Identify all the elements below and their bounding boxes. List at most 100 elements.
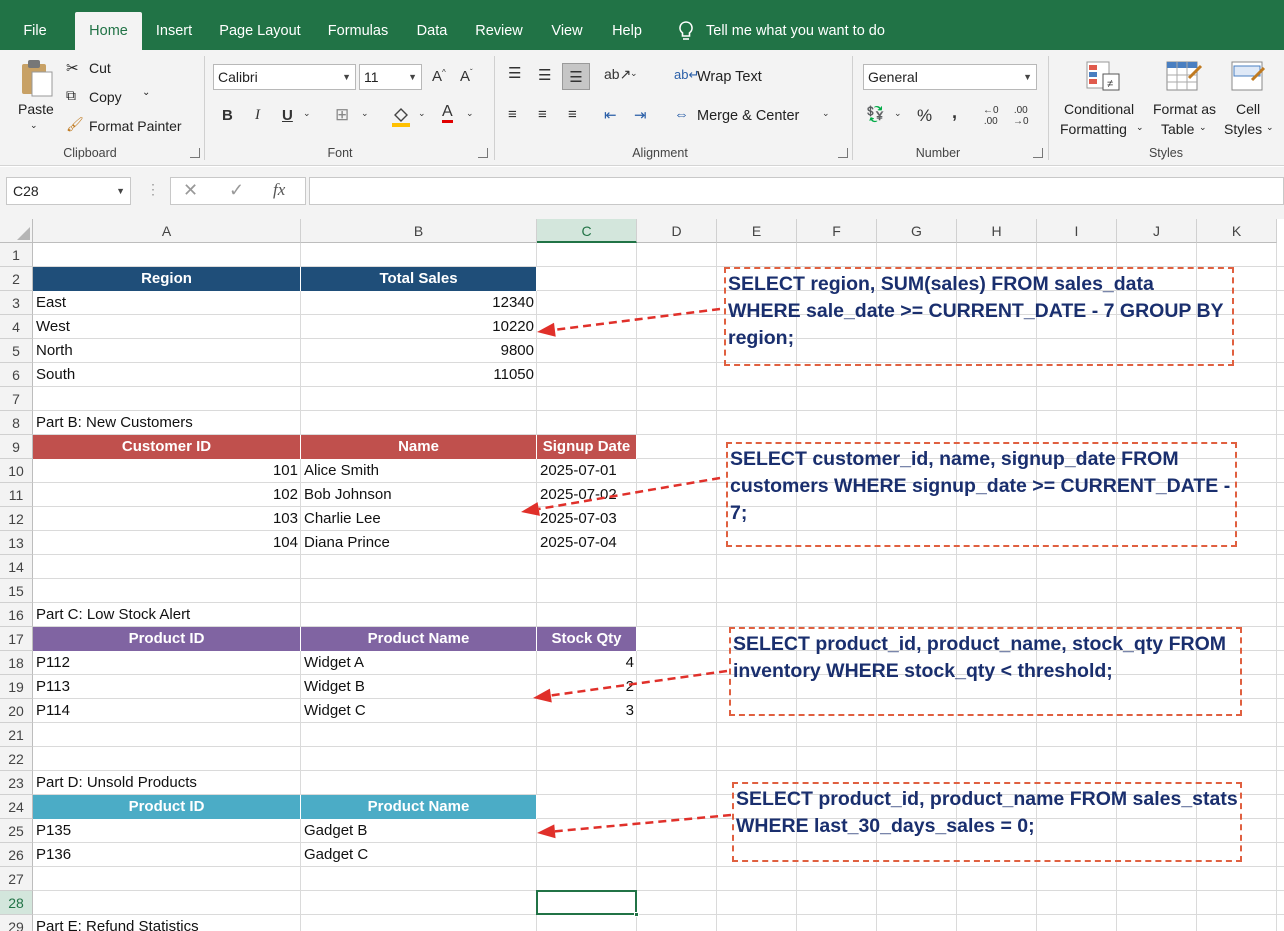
row-header-5[interactable]: 5 [0, 339, 33, 363]
increase-decimal-icon[interactable]: ←0.00 [983, 105, 999, 127]
row-header-27[interactable]: 27 [0, 867, 33, 891]
row-header-2[interactable]: 2 [0, 267, 33, 291]
percent-button[interactable]: % [917, 106, 932, 126]
row-header-21[interactable]: 21 [0, 723, 33, 747]
currency-icon[interactable]: 💱 [866, 105, 885, 123]
row-header-11[interactable]: 11 [0, 483, 33, 507]
decrease-indent-icon[interactable]: ⇤ [604, 106, 617, 124]
column-header-g[interactable]: G [877, 219, 957, 243]
align-top-icon[interactable]: ☰ [508, 64, 521, 82]
tab-file[interactable]: File [14, 12, 56, 50]
cell-styles-icon[interactable] [1230, 60, 1268, 94]
chevron-down-icon[interactable]: ⌄ [1136, 122, 1144, 133]
row-header-12[interactable]: 12 [0, 507, 33, 531]
row-header-7[interactable]: 7 [0, 387, 33, 411]
row-header-10[interactable]: 10 [0, 459, 33, 483]
orientation-icon[interactable]: ab↗ [604, 66, 631, 83]
copy-chevron-icon[interactable]: ⌄ [142, 87, 150, 98]
format-painter-button[interactable]: Format Painter [89, 118, 182, 134]
underline-button[interactable]: U [282, 107, 293, 124]
font-name-select[interactable]: Calibri ▼ [213, 64, 356, 90]
conditional-formatting-icon[interactable]: ≠ [1085, 60, 1121, 94]
select-all-corner[interactable] [0, 219, 33, 243]
row-header-3[interactable]: 3 [0, 291, 33, 315]
column-header-f[interactable]: F [797, 219, 877, 243]
row-header-6[interactable]: 6 [0, 363, 33, 387]
increase-font-icon[interactable]: A^ [432, 68, 446, 85]
fill-color-icon[interactable] [390, 105, 412, 127]
row-header-23[interactable]: 23 [0, 771, 33, 795]
cell-styles-label[interactable]: Cell [1236, 101, 1260, 117]
column-header-j[interactable]: J [1117, 219, 1197, 243]
row-header-13[interactable]: 13 [0, 531, 33, 555]
row-header-19[interactable]: 19 [0, 675, 33, 699]
copy-button[interactable]: Copy [89, 89, 122, 105]
font-size-select[interactable]: 11 ▼ [359, 64, 422, 90]
cell-styles-label2[interactable]: Styles [1224, 121, 1262, 137]
tab-formulas[interactable]: Formulas [320, 12, 396, 50]
decrease-font-icon[interactable]: Aˇ [460, 68, 473, 85]
italic-button[interactable]: I [255, 107, 260, 124]
increase-indent-icon[interactable]: ⇥ [634, 106, 647, 124]
font-launcher-icon[interactable] [478, 148, 488, 158]
row-header-26[interactable]: 26 [0, 843, 33, 867]
wrap-text-icon[interactable]: ab↵ [674, 67, 699, 83]
column-header-e[interactable]: E [717, 219, 797, 243]
paste-icon[interactable] [18, 58, 54, 98]
merge-center-icon[interactable]: ⇔ [674, 106, 689, 123]
tab-data[interactable]: Data [410, 12, 454, 50]
chevron-down-icon[interactable]: ⌄ [466, 108, 474, 119]
chevron-down-icon[interactable]: ⌄ [418, 108, 426, 119]
enter-icon[interactable]: ✓ [229, 180, 244, 201]
chevron-down-icon[interactable]: ⌄ [894, 108, 902, 119]
bold-button[interactable]: B [222, 107, 233, 124]
column-header-d[interactable]: D [637, 219, 717, 243]
chevron-down-icon[interactable]: ⌄ [630, 68, 638, 79]
format-as-table-label2[interactable]: Table [1161, 121, 1194, 137]
insert-function-button[interactable]: fx [273, 180, 285, 200]
row-header-16[interactable]: 16 [0, 603, 33, 627]
tab-insert[interactable]: Insert [150, 12, 198, 50]
align-right-icon[interactable]: ≡ [568, 106, 577, 123]
number-launcher-icon[interactable] [1033, 148, 1043, 158]
align-middle-icon[interactable]: ☰ [538, 66, 551, 84]
column-header-c[interactable]: C [537, 219, 637, 243]
column-header-h[interactable]: H [957, 219, 1037, 243]
comma-button[interactable]: , [952, 102, 957, 123]
chevron-down-icon[interactable]: ⌄ [1199, 122, 1207, 133]
spreadsheet-grid[interactable]: Region Total Sales East 12340 West 10220 North… [0, 219, 1284, 931]
wrap-text-button[interactable]: Wrap Text [697, 69, 762, 85]
align-bottom-icon[interactable]: ☰ [562, 63, 590, 90]
column-header-b[interactable]: B [301, 219, 537, 243]
row-header-22[interactable]: 22 [0, 747, 33, 771]
chevron-down-icon[interactable]: ⌄ [303, 108, 311, 119]
tab-help[interactable]: Help [604, 12, 650, 50]
column-header-k[interactable]: K [1197, 219, 1277, 243]
row-header-1[interactable]: 1 [0, 243, 33, 267]
chevron-down-icon[interactable]: ⌄ [361, 108, 369, 119]
cut-button[interactable]: Cut [89, 60, 111, 76]
align-center-icon[interactable]: ≡ [538, 106, 547, 123]
column-header-a[interactable]: A [33, 219, 301, 243]
number-format-select[interactable]: General ▼ [863, 64, 1037, 90]
font-color-icon[interactable]: A [442, 104, 453, 123]
chevron-down-icon[interactable]: ⌄ [822, 108, 830, 119]
tab-home[interactable]: Home [75, 12, 142, 50]
copy-icon[interactable]: ⧉ [66, 87, 76, 104]
align-left-icon[interactable]: ≡ [508, 106, 517, 123]
clipboard-launcher-icon[interactable] [190, 148, 200, 158]
paste-chevron-icon[interactable]: ⌄ [30, 120, 38, 131]
row-header-20[interactable]: 20 [0, 699, 33, 723]
paste-label[interactable]: Paste [18, 101, 54, 117]
row-header-9[interactable]: 9 [0, 435, 33, 459]
row-header-18[interactable]: 18 [0, 651, 33, 675]
tab-view[interactable]: View [545, 12, 589, 50]
format-as-table-label[interactable]: Format as [1153, 101, 1216, 117]
column-header-i[interactable]: I [1037, 219, 1117, 243]
formula-input[interactable] [309, 177, 1284, 205]
conditional-formatting-label2[interactable]: Formatting [1060, 121, 1127, 137]
row-header-25[interactable]: 25 [0, 819, 33, 843]
cut-icon[interactable]: ✂ [66, 59, 79, 77]
row-header-4[interactable]: 4 [0, 315, 33, 339]
alignment-launcher-icon[interactable] [838, 148, 848, 158]
